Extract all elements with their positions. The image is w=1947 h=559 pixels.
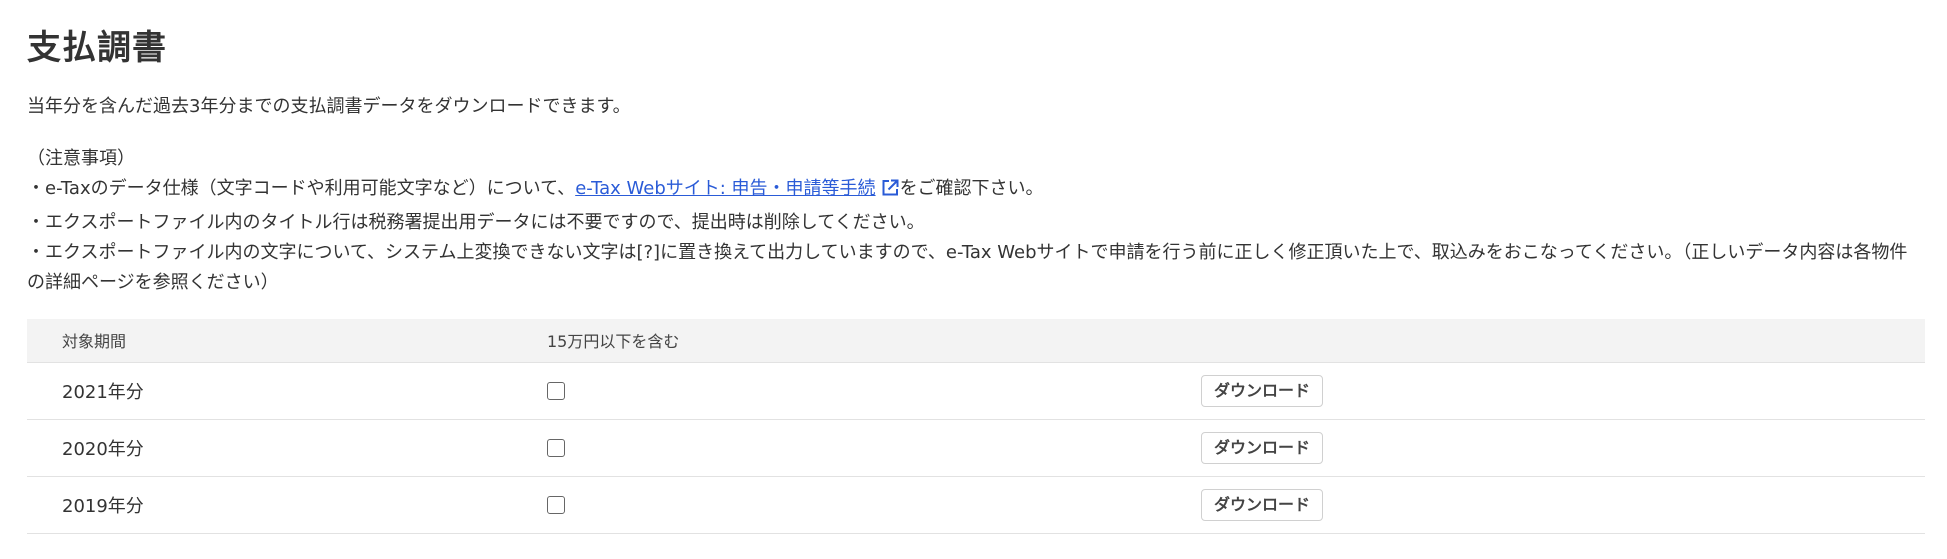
actions-cell: ダウンロード: [1201, 476, 1925, 534]
table-row: 2020年分 ダウンロード: [27, 419, 1925, 477]
download-button[interactable]: ダウンロード: [1201, 431, 1324, 464]
table-row: 2019年分 ダウンロード: [27, 476, 1925, 534]
actions-cell: ダウンロード: [1201, 419, 1925, 477]
note-line-3: ・エクスポートファイル内の文字について、システム上変換できない文字は[?]に置き…: [27, 242, 1908, 293]
note-line-2: ・エクスポートファイル内のタイトル行は税務署提出用データには不要ですので、提出時…: [27, 212, 925, 233]
header-actions: [1201, 319, 1925, 363]
period-cell: 2020年分: [27, 419, 547, 477]
table-header-row: 対象期間 15万円以下を含む: [27, 319, 1925, 363]
period-cell: 2021年分: [27, 362, 547, 420]
note-line-1: ・e-Taxのデータ仕様（文字コードや利用可能文字など）について、e-Tax W…: [27, 174, 1920, 208]
table-row: 2021年分 ダウンロード: [27, 362, 1925, 420]
header-period: 対象期間: [27, 319, 547, 363]
note-line-1-prefix: ・e-Taxのデータ仕様（文字コードや利用可能文字など）について、: [27, 178, 576, 199]
note-line-1-suffix: をご確認下さい。: [899, 178, 1044, 199]
download-button[interactable]: ダウンロード: [1201, 488, 1324, 521]
etax-website-link[interactable]: e-Tax Webサイト: 申告・申請等手続: [575, 178, 875, 199]
notes-heading: （注意事項）: [27, 148, 135, 169]
include-small-checkbox[interactable]: [547, 439, 565, 457]
include-small-cell: [547, 419, 1201, 477]
include-small-checkbox[interactable]: [547, 382, 565, 400]
period-cell: 2019年分: [27, 476, 547, 534]
include-small-cell: [547, 362, 1201, 420]
header-include-small: 15万円以下を含む: [547, 319, 1201, 363]
notes-section: （注意事項） ・e-Taxのデータ仕様（文字コードや利用可能文字など）について、…: [27, 144, 1920, 298]
intro-text: 当年分を含んだ過去3年分までの支払調書データをダウンロードできます。: [27, 96, 631, 117]
page: 支払調書 当年分を含んだ過去3年分までの支払調書データをダウンロードできます。 …: [0, 0, 1947, 534]
etax-link-text: e-Tax Webサイト: 申告・申請等手続: [575, 178, 876, 199]
statements-table: 対象期間 15万円以下を含む 2021年分 ダウンロード 2020年分 ダウンロ…: [27, 319, 1925, 534]
download-button[interactable]: ダウンロード: [1201, 374, 1324, 407]
page-title: 支払調書: [27, 28, 167, 68]
include-small-cell: [547, 476, 1201, 534]
include-small-checkbox[interactable]: [547, 496, 565, 514]
actions-cell: ダウンロード: [1201, 362, 1925, 420]
external-link-icon: [880, 178, 900, 208]
